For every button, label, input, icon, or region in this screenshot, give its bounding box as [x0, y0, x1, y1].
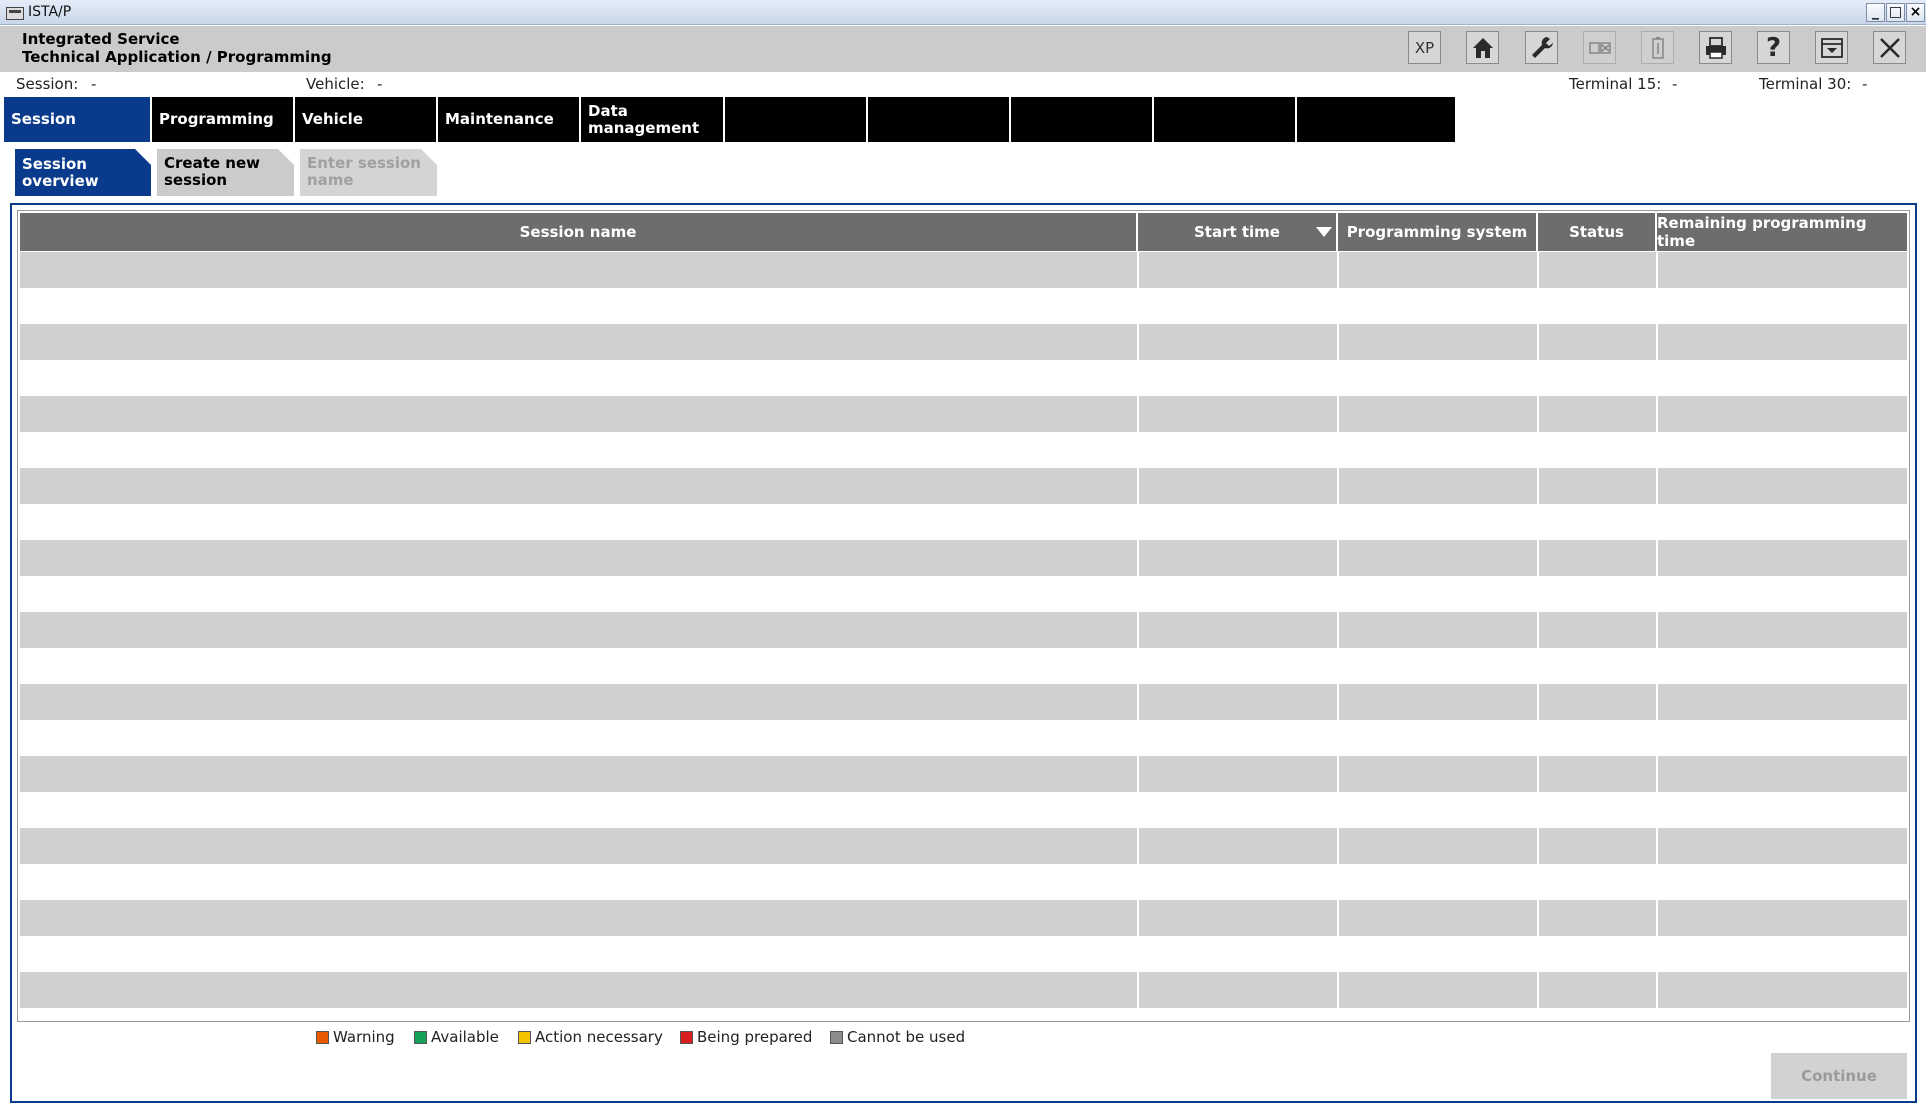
table-row[interactable] [20, 432, 1907, 468]
battery-button[interactable] [1641, 31, 1674, 64]
home-icon [1472, 37, 1493, 58]
legend-being-prepared: Being prepared [680, 1027, 812, 1047]
tab-empty-5 [1297, 97, 1455, 142]
tab-empty-1 [725, 97, 868, 142]
column-header-start-time[interactable]: Start time [1138, 213, 1338, 251]
subtab-session-overview[interactable]: Session overview [15, 149, 151, 196]
print-icon [1705, 36, 1726, 59]
sort-descending-icon [1316, 227, 1332, 237]
close-app-icon [1879, 37, 1900, 58]
column-header-label: Status [1569, 223, 1624, 241]
wrench-icon [1531, 36, 1553, 58]
table-row[interactable] [20, 900, 1907, 936]
vehicle-label: Vehicle: [306, 75, 365, 93]
table-row[interactable] [20, 612, 1907, 648]
column-header-label: Session name [519, 223, 637, 241]
window-minimize-button[interactable]: _ [1866, 3, 1885, 22]
table-row[interactable] [20, 684, 1907, 720]
xp-label: XP [1414, 38, 1435, 57]
column-divider [1337, 251, 1339, 1011]
vehicle-info-button[interactable] [1583, 31, 1616, 64]
app-icon [6, 7, 24, 20]
window-title: ISTA/P [28, 4, 72, 20]
warning-icon [316, 1030, 329, 1044]
session-label: Session: [16, 75, 79, 93]
subtab-create-new-session[interactable]: Create new session [157, 149, 294, 196]
tab-vehicle[interactable]: Vehicle [295, 97, 438, 142]
table-row[interactable] [20, 828, 1907, 864]
column-header-label: Remaining programming time [1657, 214, 1867, 250]
tab-empty-4 [1154, 97, 1297, 142]
table-row[interactable] [20, 576, 1907, 612]
tab-data-management[interactable]: Data management [581, 97, 725, 142]
table-row[interactable] [20, 396, 1907, 432]
table-row[interactable] [20, 792, 1907, 828]
legend-label: Action necessary [535, 1028, 663, 1046]
table-row[interactable] [20, 468, 1907, 504]
tab-empty-3 [1011, 97, 1154, 142]
table-row[interactable] [20, 756, 1907, 792]
legend-warning: Warning [316, 1027, 395, 1047]
subtab-enter-session-name: Enter session name [300, 149, 437, 196]
tab-programming[interactable]: Programming [152, 97, 295, 142]
column-header-status[interactable]: Status [1538, 213, 1657, 251]
table-row[interactable] [20, 360, 1907, 396]
table-row[interactable] [20, 252, 1907, 288]
tab-empty-2 [868, 97, 1011, 142]
help-button[interactable]: ? [1757, 31, 1790, 64]
column-divider [1137, 251, 1139, 1011]
help-icon: ? [1765, 32, 1782, 63]
legend-label: Available [431, 1028, 499, 1046]
legend-label: Warning [333, 1028, 395, 1046]
print-button[interactable] [1699, 31, 1732, 64]
tab-maintenance[interactable]: Maintenance [438, 97, 581, 142]
column-header-remaining-time[interactable]: Remaining programming time [1657, 213, 1907, 251]
terminal15-value: - [1672, 75, 1678, 93]
legend-action-necessary: Action necessary [518, 1027, 663, 1047]
table-row[interactable] [20, 504, 1907, 540]
window-close-button[interactable]: × [1906, 3, 1925, 22]
window-maximize-button[interactable]: □ [1886, 3, 1905, 22]
session-value: - [91, 75, 97, 93]
continue-button[interactable]: Continue [1771, 1053, 1907, 1099]
table-row[interactable] [20, 288, 1907, 324]
column-header-label: Programming system [1346, 223, 1528, 241]
column-header-session-name[interactable]: Session name [20, 213, 1138, 251]
column-divider [1656, 251, 1658, 1011]
column-header-label: Start time [1193, 223, 1280, 241]
xp-button[interactable]: XP [1408, 31, 1441, 64]
terminal15-label: Terminal 15: [1569, 75, 1662, 93]
home-button[interactable] [1466, 31, 1499, 64]
table-row[interactable] [20, 972, 1907, 1008]
battery-icon [1651, 36, 1664, 59]
vehicle-value: - [377, 75, 383, 93]
legend-available: Available [414, 1027, 499, 1047]
table-row[interactable] [20, 864, 1907, 900]
service-functions-button[interactable] [1525, 31, 1558, 64]
table-row[interactable] [20, 720, 1907, 756]
column-header-programming-system[interactable]: Programming system [1338, 213, 1538, 251]
table-row[interactable] [20, 936, 1907, 972]
window-title-bar [0, 0, 1926, 25]
product-name-line2: Technical Application / Programming [22, 48, 332, 66]
cannot-be-used-icon [830, 1030, 843, 1044]
action-necessary-icon [518, 1030, 531, 1044]
legend-label: Cannot be used [847, 1028, 966, 1046]
table-row[interactable] [20, 648, 1907, 684]
table-row[interactable] [20, 324, 1907, 360]
legend-cannot-be-used: Cannot be used [830, 1027, 965, 1047]
legend-label: Being prepared [697, 1028, 813, 1046]
being-prepared-icon [680, 1030, 693, 1044]
terminal30-label: Terminal 30: [1759, 75, 1852, 93]
close-app-button[interactable] [1873, 31, 1906, 64]
tab-session[interactable]: Session [4, 97, 152, 142]
minimize-panel-button[interactable] [1815, 31, 1848, 64]
column-divider [1537, 251, 1539, 1011]
terminal30-value: - [1862, 75, 1868, 93]
table-row[interactable] [20, 540, 1907, 576]
vehicle-info-icon [1588, 41, 1611, 54]
available-icon [414, 1030, 427, 1044]
product-name-line1: Integrated Service [22, 30, 180, 48]
minimize-panel-icon [1820, 37, 1843, 58]
